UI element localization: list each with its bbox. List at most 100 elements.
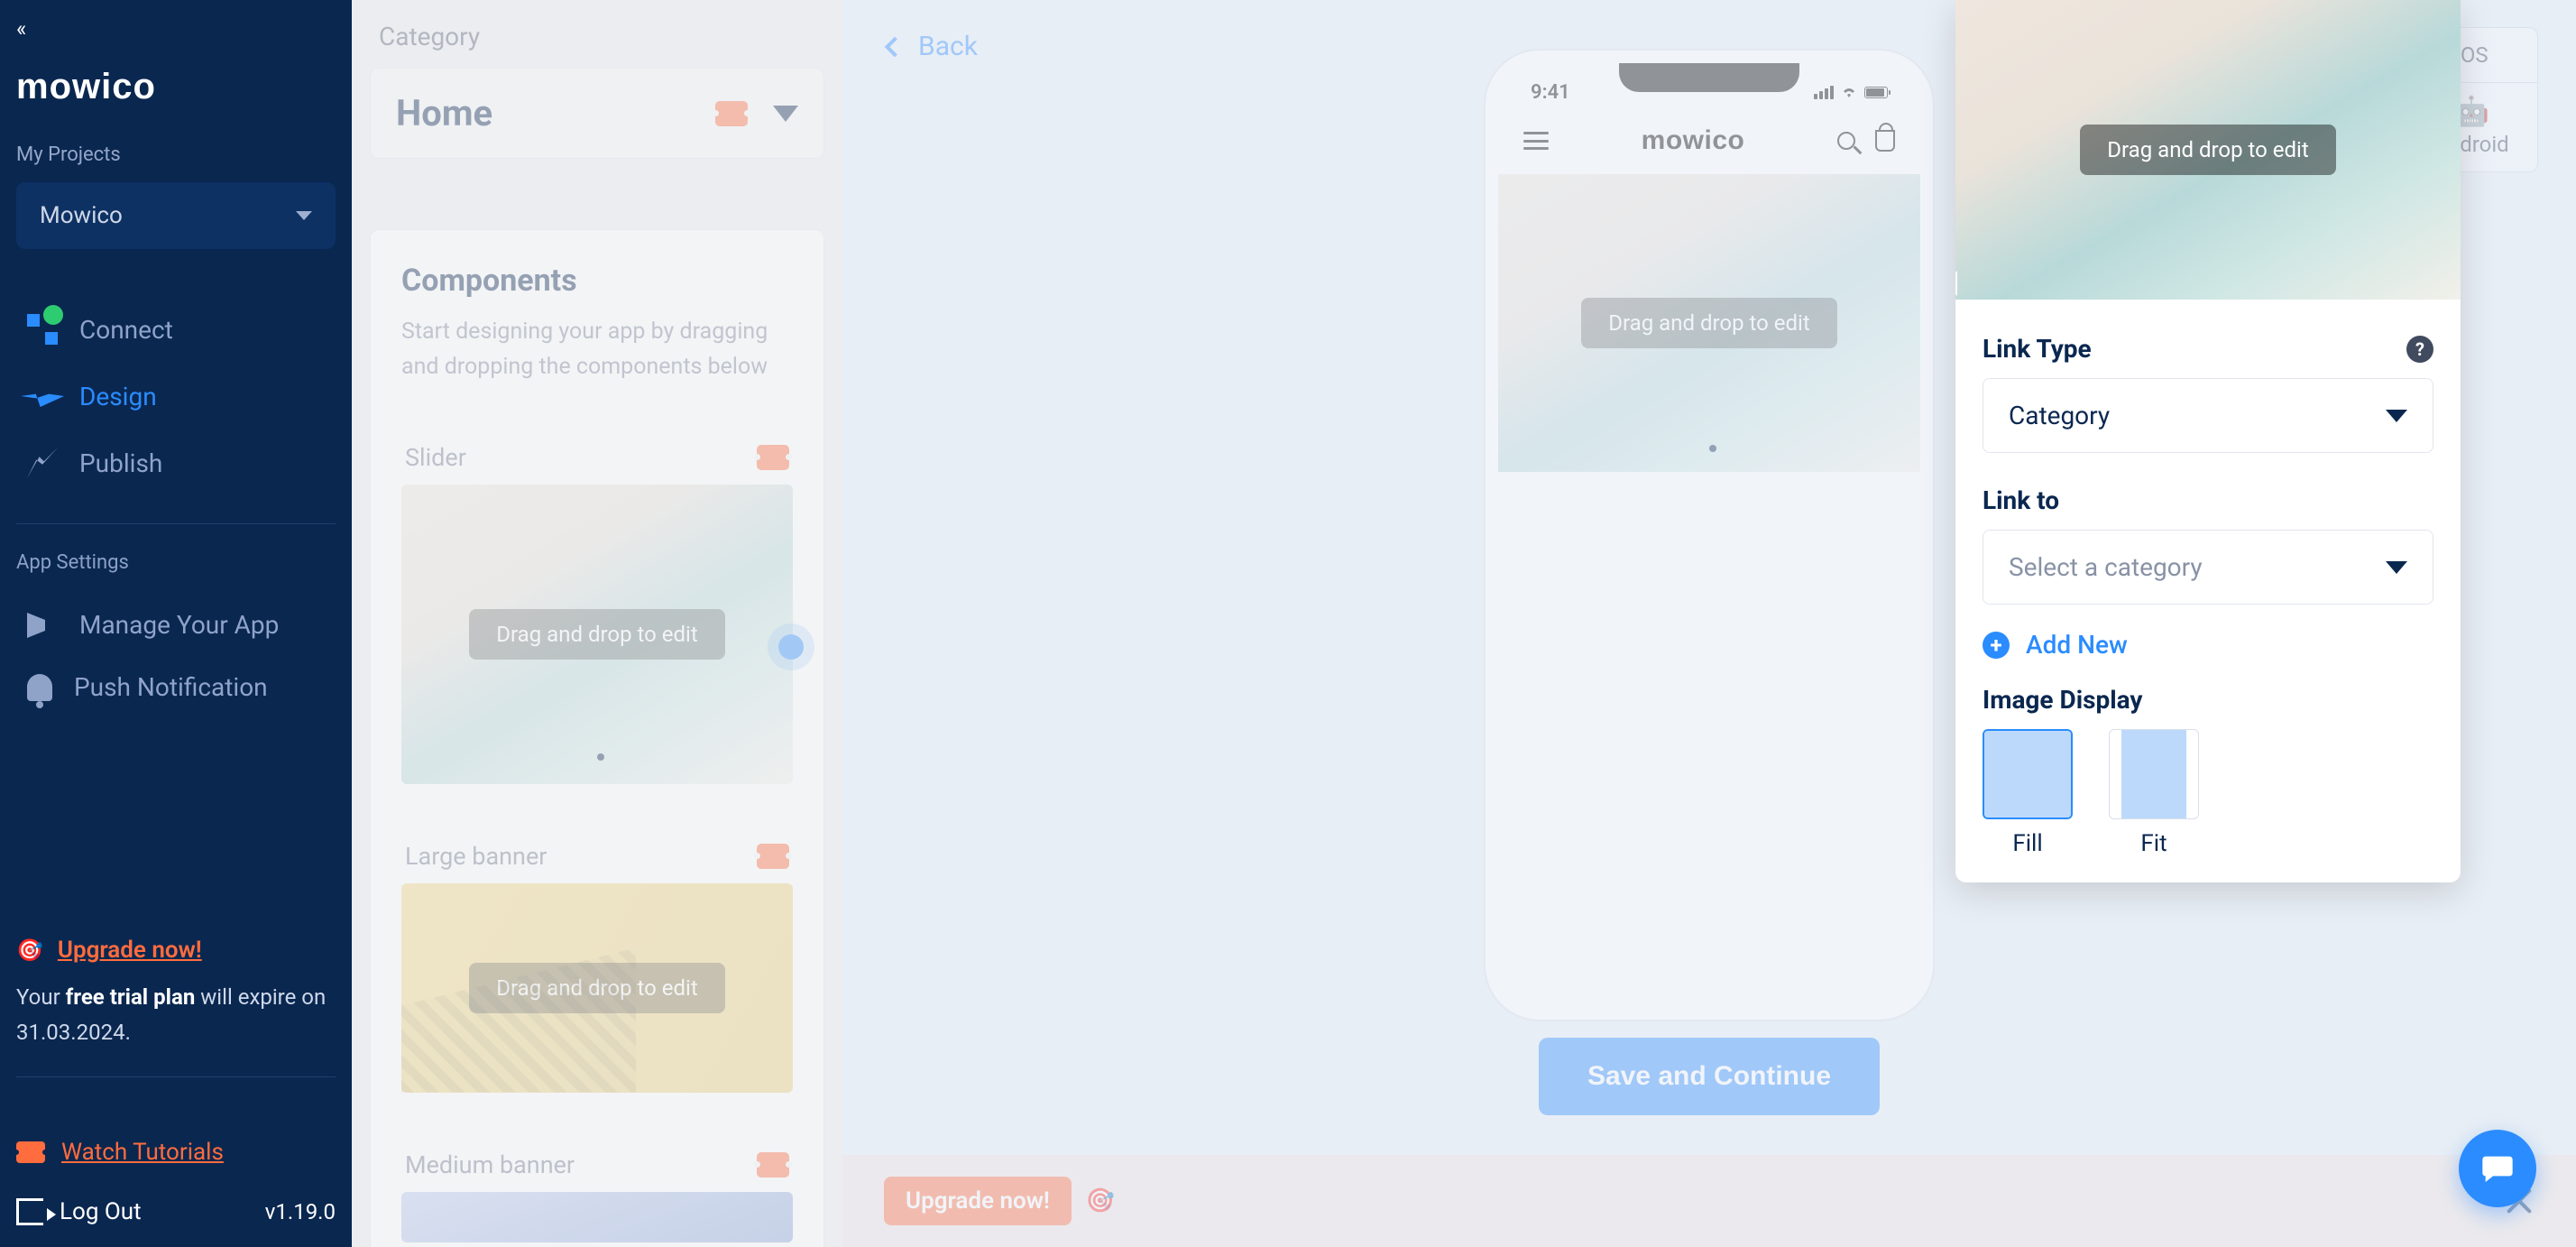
search-icon[interactable] [1837,132,1855,150]
medium-banner-name: Medium banner [405,1150,575,1179]
my-projects-label: My Projects [16,143,336,166]
chevron-down-icon [296,211,312,220]
category-label: Category [370,0,824,68]
phone-time: 9:41 [1531,81,1570,104]
chat-icon [2479,1150,2516,1187]
medium-banner-thumbnail[interactable] [401,1192,793,1242]
logout-row: Log Out v1.19.0 [16,1198,336,1225]
display-fit-option[interactable]: Fit [2109,729,2199,857]
project-select[interactable]: Mowico [16,182,336,249]
upgrade-now-link[interactable]: Upgrade now! [58,937,202,964]
components-title: Components [401,263,793,299]
wifi-icon [1841,81,1857,104]
megaphone-icon [27,613,58,638]
push-notification-label: Push Notification [74,672,268,702]
chat-fab[interactable] [2459,1130,2536,1207]
large-banner-name: Large banner [405,842,547,871]
nav-design-label: Design [79,382,157,411]
upgrade-bar: Upgrade now! 🎯 [842,1155,2576,1247]
nav-connect-label: Connect [79,315,173,345]
nav-connect[interactable]: Connect [16,296,336,363]
drag-prompt: Drag and drop to edit [1581,298,1836,348]
chevron-left-icon [885,36,906,57]
phone-notch [1619,63,1799,92]
ticket-icon [757,844,789,869]
hamburger-icon[interactable] [1523,132,1549,150]
signal-icon [1814,86,1834,99]
phone-app-header: mowico [1498,104,1920,174]
drag-prompt: Drag and drop to edit [2080,125,2335,175]
version-label: v1.19.0 [265,1199,336,1224]
component-slider[interactable]: Slider Drag and drop to edit [401,443,793,784]
back-button[interactable]: Back [888,31,978,62]
link-to-placeholder: Select a category [2009,552,2203,582]
battery-icon [1864,87,1888,98]
logout-icon [16,1198,43,1225]
help-icon[interactable]: ? [2406,336,2433,363]
back-label: Back [918,31,978,62]
bell-icon [27,674,52,701]
trial-expiry-text: Your free trial plan will expire on 31.0… [16,980,336,1049]
design-icon [21,374,64,418]
add-new-label: Add New [2026,630,2128,660]
home-card[interactable]: Home [370,68,824,159]
popover-preview-image[interactable]: Drag and drop to edit [1955,0,2461,300]
fill-preview [1983,729,2073,819]
target-icon: 🎯 [16,938,43,963]
watch-tutorials-link[interactable]: Watch Tutorials [16,1139,336,1166]
slider-name: Slider [405,443,466,472]
drag-prompt: Drag and drop to edit [469,609,724,660]
app-logo: mowico [16,67,336,107]
upgrade-now-label: Upgrade now! [906,1187,1050,1215]
push-notification-link[interactable]: Push Notification [16,656,336,718]
image-display-label: Image Display [1983,685,2433,715]
manage-app-label: Manage Your App [79,610,279,640]
link-settings-popover: Drag and drop to edit Link Type ? Catego… [1955,0,2461,882]
components-card: Components Start designing your app by d… [370,229,824,1247]
plus-circle-icon: + [1983,632,2010,659]
logout-button[interactable]: Log Out [16,1198,142,1225]
main-canvas: Back IOS 🤖 Android 9:41 [842,0,2576,1247]
link-to-select[interactable]: Select a category [1983,530,2433,605]
popover-arrow-icon [1955,271,1957,296]
component-medium-banner[interactable]: Medium banner [401,1150,793,1242]
nav-publish[interactable]: Publish [16,430,336,496]
components-subtitle: Start designing your app by dragging and… [401,315,793,385]
nav-publish-label: Publish [79,448,162,478]
project-name: Mowico [40,202,123,229]
phone-hero-slider[interactable]: Drag and drop to edit [1498,174,1920,472]
save-continue-button[interactable]: Save and Continue [1539,1038,1880,1115]
link-type-value: Category [2009,401,2110,430]
ticket-icon [757,1152,789,1178]
link-type-select[interactable]: Category [1983,378,2433,453]
upgrade-now-button[interactable]: Upgrade now! [884,1177,1072,1225]
phone-app-logo: mowico [1642,125,1745,156]
pulse-indicator-icon [778,634,804,660]
watch-tutorials-label: Watch Tutorials [61,1139,224,1166]
ticket-icon [757,445,789,470]
divider [16,523,336,524]
fill-label: Fill [2012,830,2042,857]
sidebar: « mowico My Projects Mowico Connect Desi… [0,0,352,1247]
slider-thumbnail[interactable]: Drag and drop to edit [401,485,793,784]
collapse-sidebar-button[interactable]: « [16,16,336,42]
add-new-button[interactable]: + Add New [1983,630,2433,660]
publish-icon [27,448,58,478]
large-banner-thumbnail[interactable]: Drag and drop to edit [401,883,793,1093]
component-large-banner[interactable]: Large banner Drag and drop to edit [401,842,793,1093]
display-fill-option[interactable]: Fill [1983,729,2073,857]
home-title: Home [396,92,492,134]
target-icon: 🎯 [1086,1187,1115,1215]
nav-design[interactable]: Design [16,363,336,430]
image-display-options: Fill Fit [1983,729,2433,857]
pagination-dot-icon [1709,445,1716,452]
chevron-down-icon [2386,561,2407,574]
divider [16,1076,336,1077]
logout-label: Log Out [60,1198,142,1225]
upgrade-row: 🎯 Upgrade now! [16,937,336,964]
components-panel: Category Home Components Start designing… [352,0,842,1247]
manage-app-link[interactable]: Manage Your App [16,594,336,656]
bag-icon[interactable] [1875,130,1895,152]
chevron-down-icon [773,106,798,122]
fit-preview [2109,729,2199,819]
